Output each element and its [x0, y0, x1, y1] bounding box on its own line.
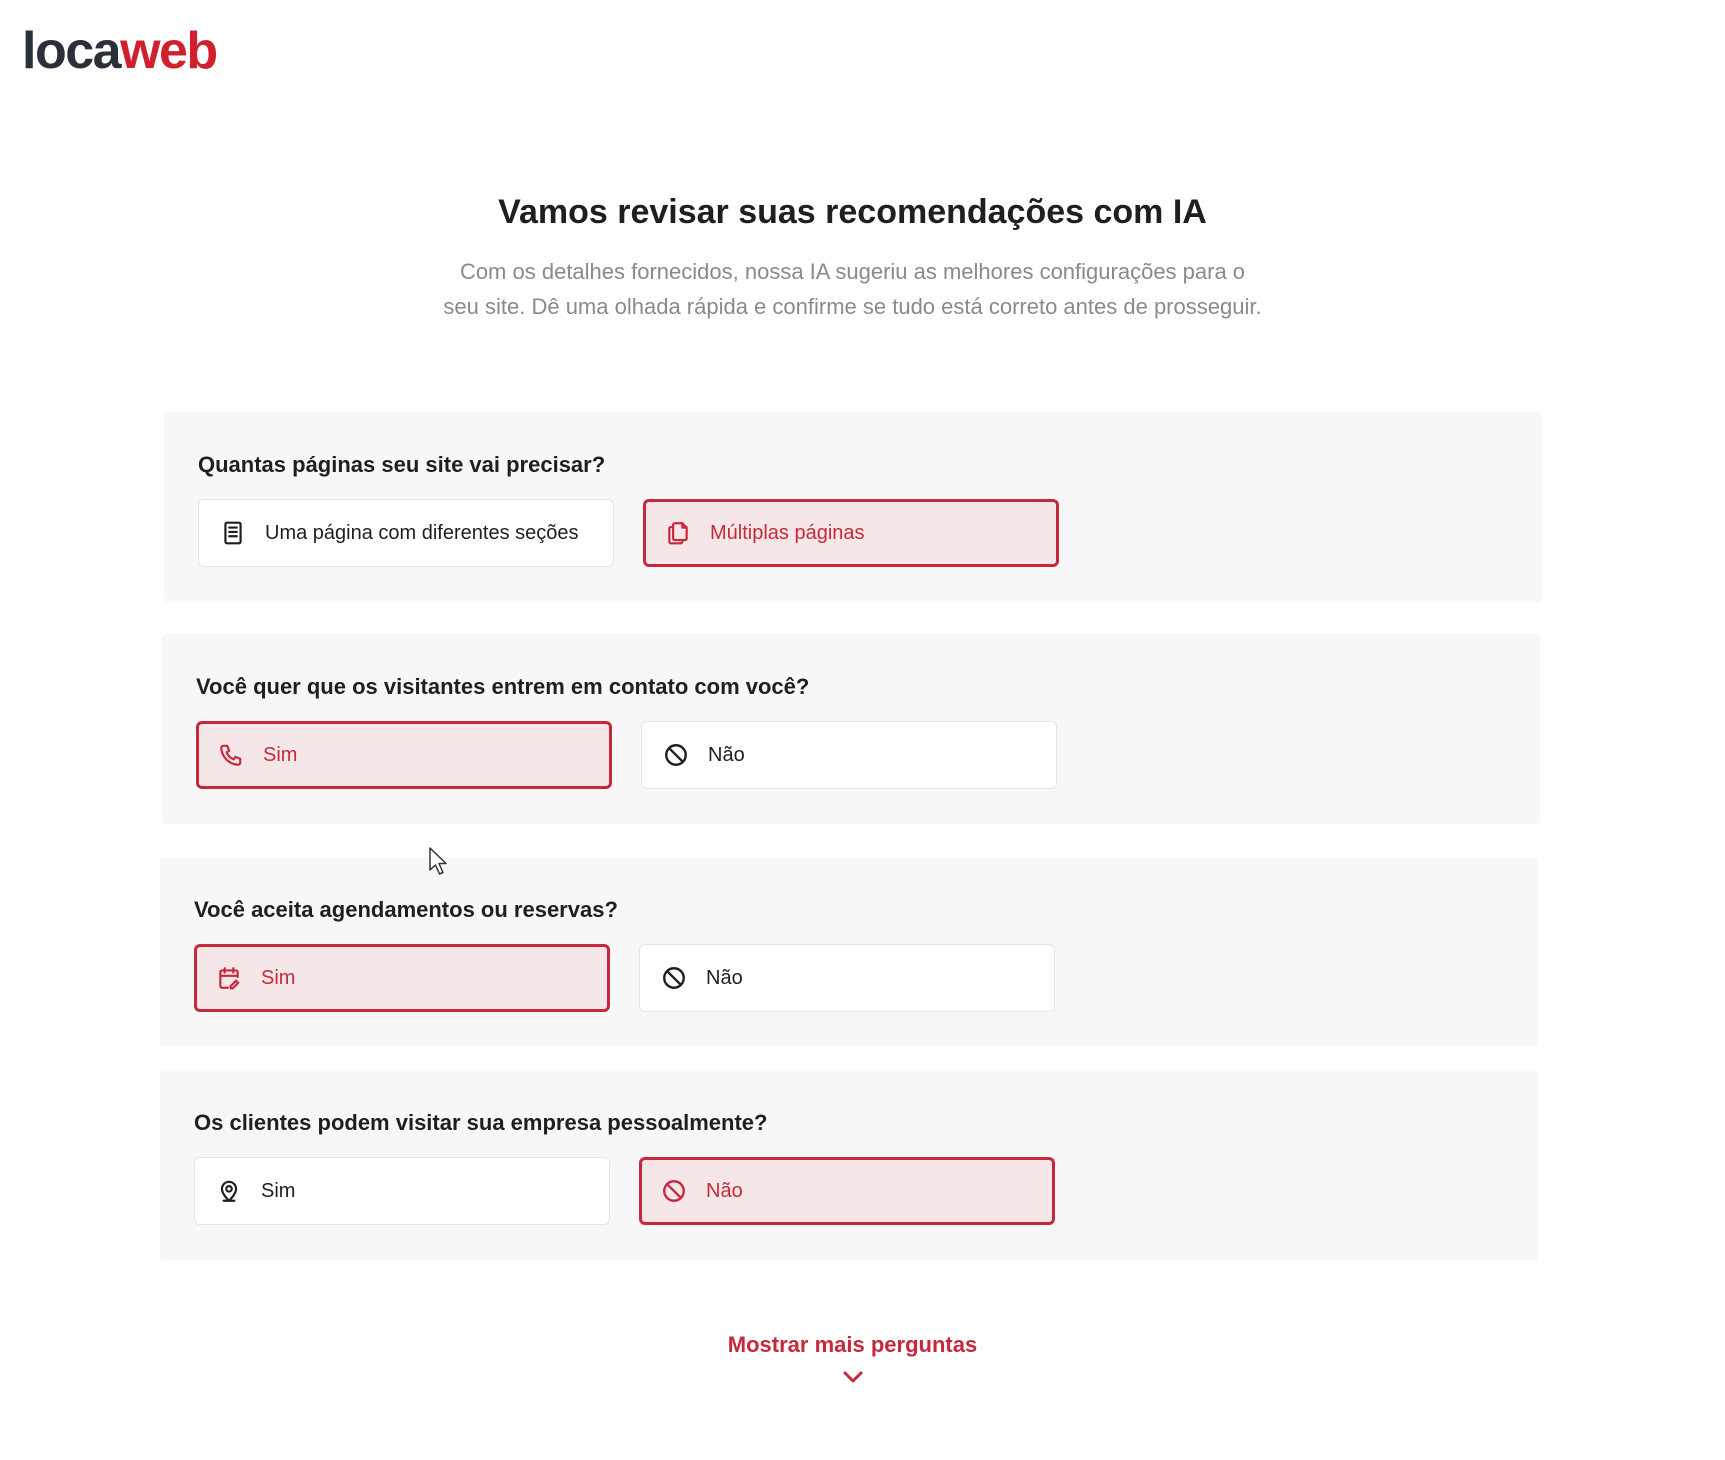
mouse-cursor-icon [429, 847, 447, 875]
logo-text-red: web [120, 22, 218, 80]
prohibited-icon [660, 1177, 688, 1205]
option-single-page[interactable]: Uma página com diferentes seções [198, 499, 614, 567]
show-more-label: Mostrar mais perguntas [727, 1332, 978, 1357]
option-label: Sim [263, 744, 298, 766]
option-multiple-pages[interactable]: Múltiplas páginas [643, 499, 1059, 567]
option-booking-yes[interactable]: Sim [194, 944, 610, 1012]
option-label: Não [708, 744, 745, 766]
page: locaweb Vamos revisar suas recomendações… [0, 0, 1725, 1460]
question-label: Quantas páginas seu site vai precisar? [198, 452, 606, 477]
question-label: Os clientes podem visitar sua empresa pe… [194, 1110, 768, 1135]
question-label: Você aceita agendamentos ou reservas? [194, 897, 618, 922]
show-more-questions-button[interactable]: Mostrar mais perguntas [0, 1330, 1705, 1386]
question-card-visit: Os clientes podem visitar sua empresa pe… [160, 1070, 1538, 1260]
location-pin-icon [215, 1177, 243, 1205]
option-label: Sim [261, 1180, 296, 1202]
option-label: Múltiplas páginas [710, 522, 865, 544]
question-card-contact: Você quer que os visitantes entrem em co… [162, 634, 1540, 824]
option-label: Não [706, 967, 743, 989]
copy-pages-icon [664, 519, 692, 547]
phone-icon [217, 741, 245, 769]
option-visit-yes[interactable]: Sim [194, 1157, 610, 1225]
option-contact-no[interactable]: Não [641, 721, 1057, 789]
option-label: Sim [261, 967, 296, 989]
logo-text-dark: loca [22, 22, 122, 80]
option-contact-yes[interactable]: Sim [196, 721, 612, 789]
option-visit-no[interactable]: Não [639, 1157, 1055, 1225]
option-booking-no[interactable]: Não [639, 944, 1055, 1012]
prohibited-icon [660, 964, 688, 992]
chevron-down-icon [843, 1371, 862, 1383]
document-icon [219, 519, 247, 547]
option-label: Não [706, 1180, 743, 1202]
locaweb-logo[interactable]: locaweb [22, 20, 218, 82]
hero: Vamos revisar suas recomendações com IA … [0, 190, 1705, 324]
page-subtitle: Com os detalhes fornecidos, nossa IA sug… [443, 259, 1262, 319]
option-label: Uma página com diferentes seções [265, 522, 579, 544]
page-title: Vamos revisar suas recomendações com IA [498, 193, 1207, 231]
prohibited-icon [662, 741, 690, 769]
question-card-pages: Quantas páginas seu site vai precisar? U… [164, 412, 1542, 602]
question-card-booking: Você aceita agendamentos ou reservas? Si… [160, 857, 1538, 1047]
calendar-edit-icon [215, 964, 243, 992]
question-label: Você quer que os visitantes entrem em co… [196, 674, 810, 699]
